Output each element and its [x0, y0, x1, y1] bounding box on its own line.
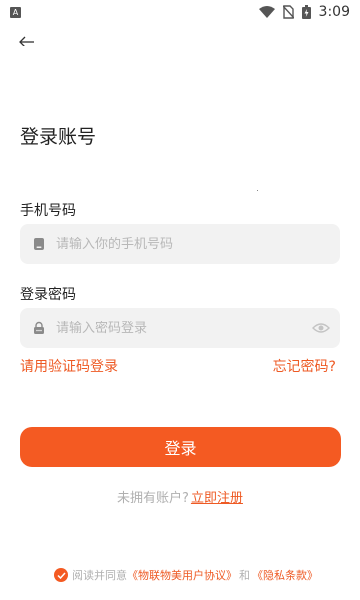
check-icon[interactable] — [54, 568, 68, 582]
register-prompt: 未拥有账户? — [117, 491, 189, 506]
register-link[interactable]: 立即注册 — [191, 491, 243, 506]
eye-icon[interactable] — [312, 322, 330, 334]
checkmark-glyph-icon — [56, 571, 66, 579]
agreement-and: 和 — [239, 569, 250, 582]
lock-icon — [34, 321, 44, 334]
password-field-container[interactable] — [20, 308, 340, 348]
battery-icon — [301, 5, 311, 19]
status-bar: A 3:09 — [0, 0, 360, 24]
register-row: 未拥有账户? 立即注册 — [0, 487, 360, 506]
dot-mark — [257, 190, 258, 191]
phone-input[interactable] — [56, 236, 330, 252]
wifi-icon — [258, 6, 275, 18]
agreement-prefix: 阅读并同意 — [72, 569, 127, 582]
phone-icon — [34, 238, 44, 250]
phone-label: 手机号码 — [20, 203, 76, 219]
page-title: 登录账号 — [20, 126, 97, 148]
agreement-row: 阅读并同意 《物联物美用户协议》 和 《隐私条款》 — [54, 567, 318, 583]
no-sim-icon — [282, 5, 294, 19]
status-right: 3:09 — [258, 4, 350, 20]
back-button[interactable] — [16, 30, 48, 54]
notification-icon: A — [10, 6, 21, 18]
sms-login-link[interactable]: 请用验证码登录 — [20, 356, 118, 376]
password-label: 登录密码 — [20, 287, 76, 303]
forgot-password-link[interactable]: 忘记密码? — [273, 356, 336, 376]
user-agreement-link[interactable]: 《物联物美用户协议》 — [127, 567, 237, 583]
status-left: A — [10, 6, 21, 18]
login-button[interactable]: 登录 — [20, 427, 341, 467]
privacy-link[interactable]: 《隐私条款》 — [252, 567, 318, 583]
phone-field-container[interactable] — [20, 224, 340, 264]
status-time: 3:09 — [318, 4, 350, 20]
password-input[interactable] — [56, 320, 312, 336]
arrow-left-icon — [19, 36, 34, 48]
